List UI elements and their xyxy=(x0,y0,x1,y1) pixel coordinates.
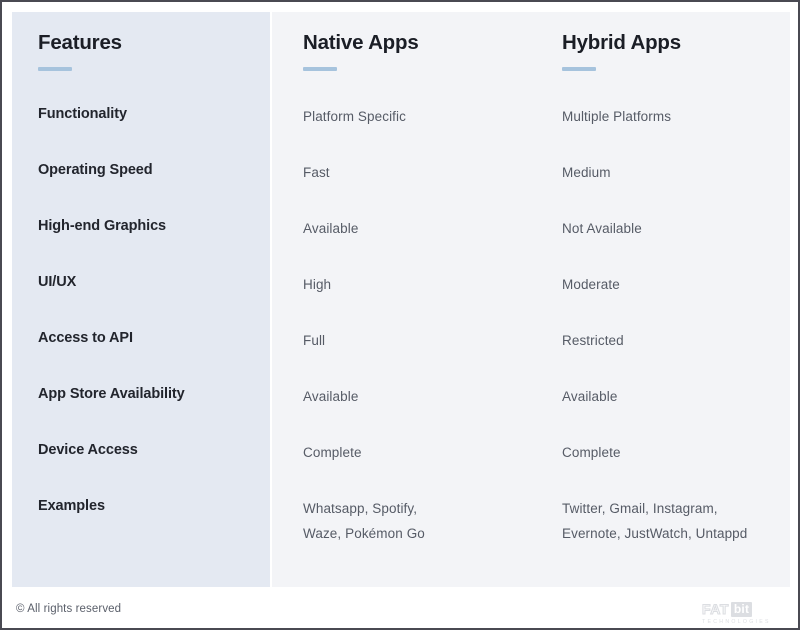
hybrid-value: Medium xyxy=(562,165,611,180)
hybrid-value: Twitter, Gmail, Instagram, Evernote, Jus… xyxy=(562,501,748,541)
table-row: Complete xyxy=(562,440,782,496)
column-native-apps: Native Apps Platform Specific Fast Avail… xyxy=(272,12,531,587)
column-hybrid-apps: Hybrid Apps Multiple Platforms Medium No… xyxy=(531,12,790,587)
native-value: Available xyxy=(303,221,359,236)
feature-label: Access to API xyxy=(38,330,133,346)
logo-fat-text: FAT xyxy=(701,601,729,617)
footer: © All rights reserved xyxy=(2,587,800,632)
table-row: Device Access xyxy=(38,440,262,496)
feature-label: Device Access xyxy=(38,442,138,458)
fatbit-logo: FAT bit TECHNOLOGIES xyxy=(701,601,786,627)
comparison-table: Features Functionality Operating Speed H… xyxy=(12,12,790,587)
logo-bit-badge: bit xyxy=(730,602,753,617)
hybrid-value: Not Available xyxy=(562,221,642,236)
table-row: Twitter, Gmail, Instagram, Evernote, Jus… xyxy=(562,496,782,552)
native-value: Platform Specific xyxy=(303,109,406,124)
feature-label: High-end Graphics xyxy=(38,218,167,234)
native-value: Fast xyxy=(303,165,330,180)
column-native-title: Native Apps xyxy=(303,31,419,54)
accent-underline xyxy=(562,67,596,71)
native-value: Available xyxy=(303,389,359,404)
native-value-list: Platform Specific Fast Available High Fu… xyxy=(303,104,523,552)
table-row: App Store Availability xyxy=(38,384,262,440)
table-row: Multiple Platforms xyxy=(562,104,782,160)
feature-label: App Store Availability xyxy=(38,386,185,402)
column-features: Features Functionality Operating Speed H… xyxy=(12,12,270,587)
table-row: Not Available xyxy=(562,216,782,272)
table-row: Available xyxy=(562,384,782,440)
column-features-header: Features xyxy=(38,30,260,71)
native-value: Complete xyxy=(303,445,362,460)
feature-label: Functionality xyxy=(38,106,127,122)
feature-label: Examples xyxy=(38,498,105,514)
accent-underline xyxy=(303,67,337,71)
table-row: High xyxy=(303,272,523,328)
feature-label-list: Functionality Operating Speed High-end G… xyxy=(38,104,262,552)
native-value: Full xyxy=(303,333,326,348)
table-row: Access to API xyxy=(38,328,262,384)
native-value: Whatsapp, Spotify, Waze, Pokémon Go xyxy=(303,501,425,541)
table-row: Available xyxy=(303,216,523,272)
copyright-text: © All rights reserved xyxy=(16,603,122,615)
table-row: Available xyxy=(303,384,523,440)
table-row: Restricted xyxy=(562,328,782,384)
hybrid-value: Complete xyxy=(562,445,621,460)
table-row: Complete xyxy=(303,440,523,496)
table-row: Full xyxy=(303,328,523,384)
column-features-title: Features xyxy=(38,31,122,54)
column-hybrid-title: Hybrid Apps xyxy=(562,31,681,54)
table-row: Moderate xyxy=(562,272,782,328)
hybrid-value: Moderate xyxy=(562,277,620,292)
table-row: Examples xyxy=(38,496,262,552)
hybrid-value: Available xyxy=(562,389,618,404)
column-native-header: Native Apps xyxy=(303,30,521,71)
table-row: Medium xyxy=(562,160,782,216)
table-row: Operating Speed xyxy=(38,160,262,216)
table-row: Functionality xyxy=(38,104,262,160)
native-value: High xyxy=(303,277,332,292)
table-row: High-end Graphics xyxy=(38,216,262,272)
table-row: Fast xyxy=(303,160,523,216)
feature-label: UI/UX xyxy=(38,274,77,290)
table-row: Platform Specific xyxy=(303,104,523,160)
table-row: Whatsapp, Spotify, Waze, Pokémon Go xyxy=(303,496,523,552)
hybrid-value: Restricted xyxy=(562,333,624,348)
logo-wordmark: FAT bit xyxy=(701,601,786,617)
column-hybrid-header: Hybrid Apps xyxy=(562,30,780,71)
hybrid-value: Multiple Platforms xyxy=(562,109,672,124)
comparison-infographic-frame: Features Functionality Operating Speed H… xyxy=(0,0,800,630)
hybrid-value-list: Multiple Platforms Medium Not Available … xyxy=(562,104,782,552)
feature-label: Operating Speed xyxy=(38,162,153,178)
logo-tagline: TECHNOLOGIES xyxy=(702,619,771,625)
accent-underline xyxy=(38,67,72,71)
table-row: UI/UX xyxy=(38,272,262,328)
